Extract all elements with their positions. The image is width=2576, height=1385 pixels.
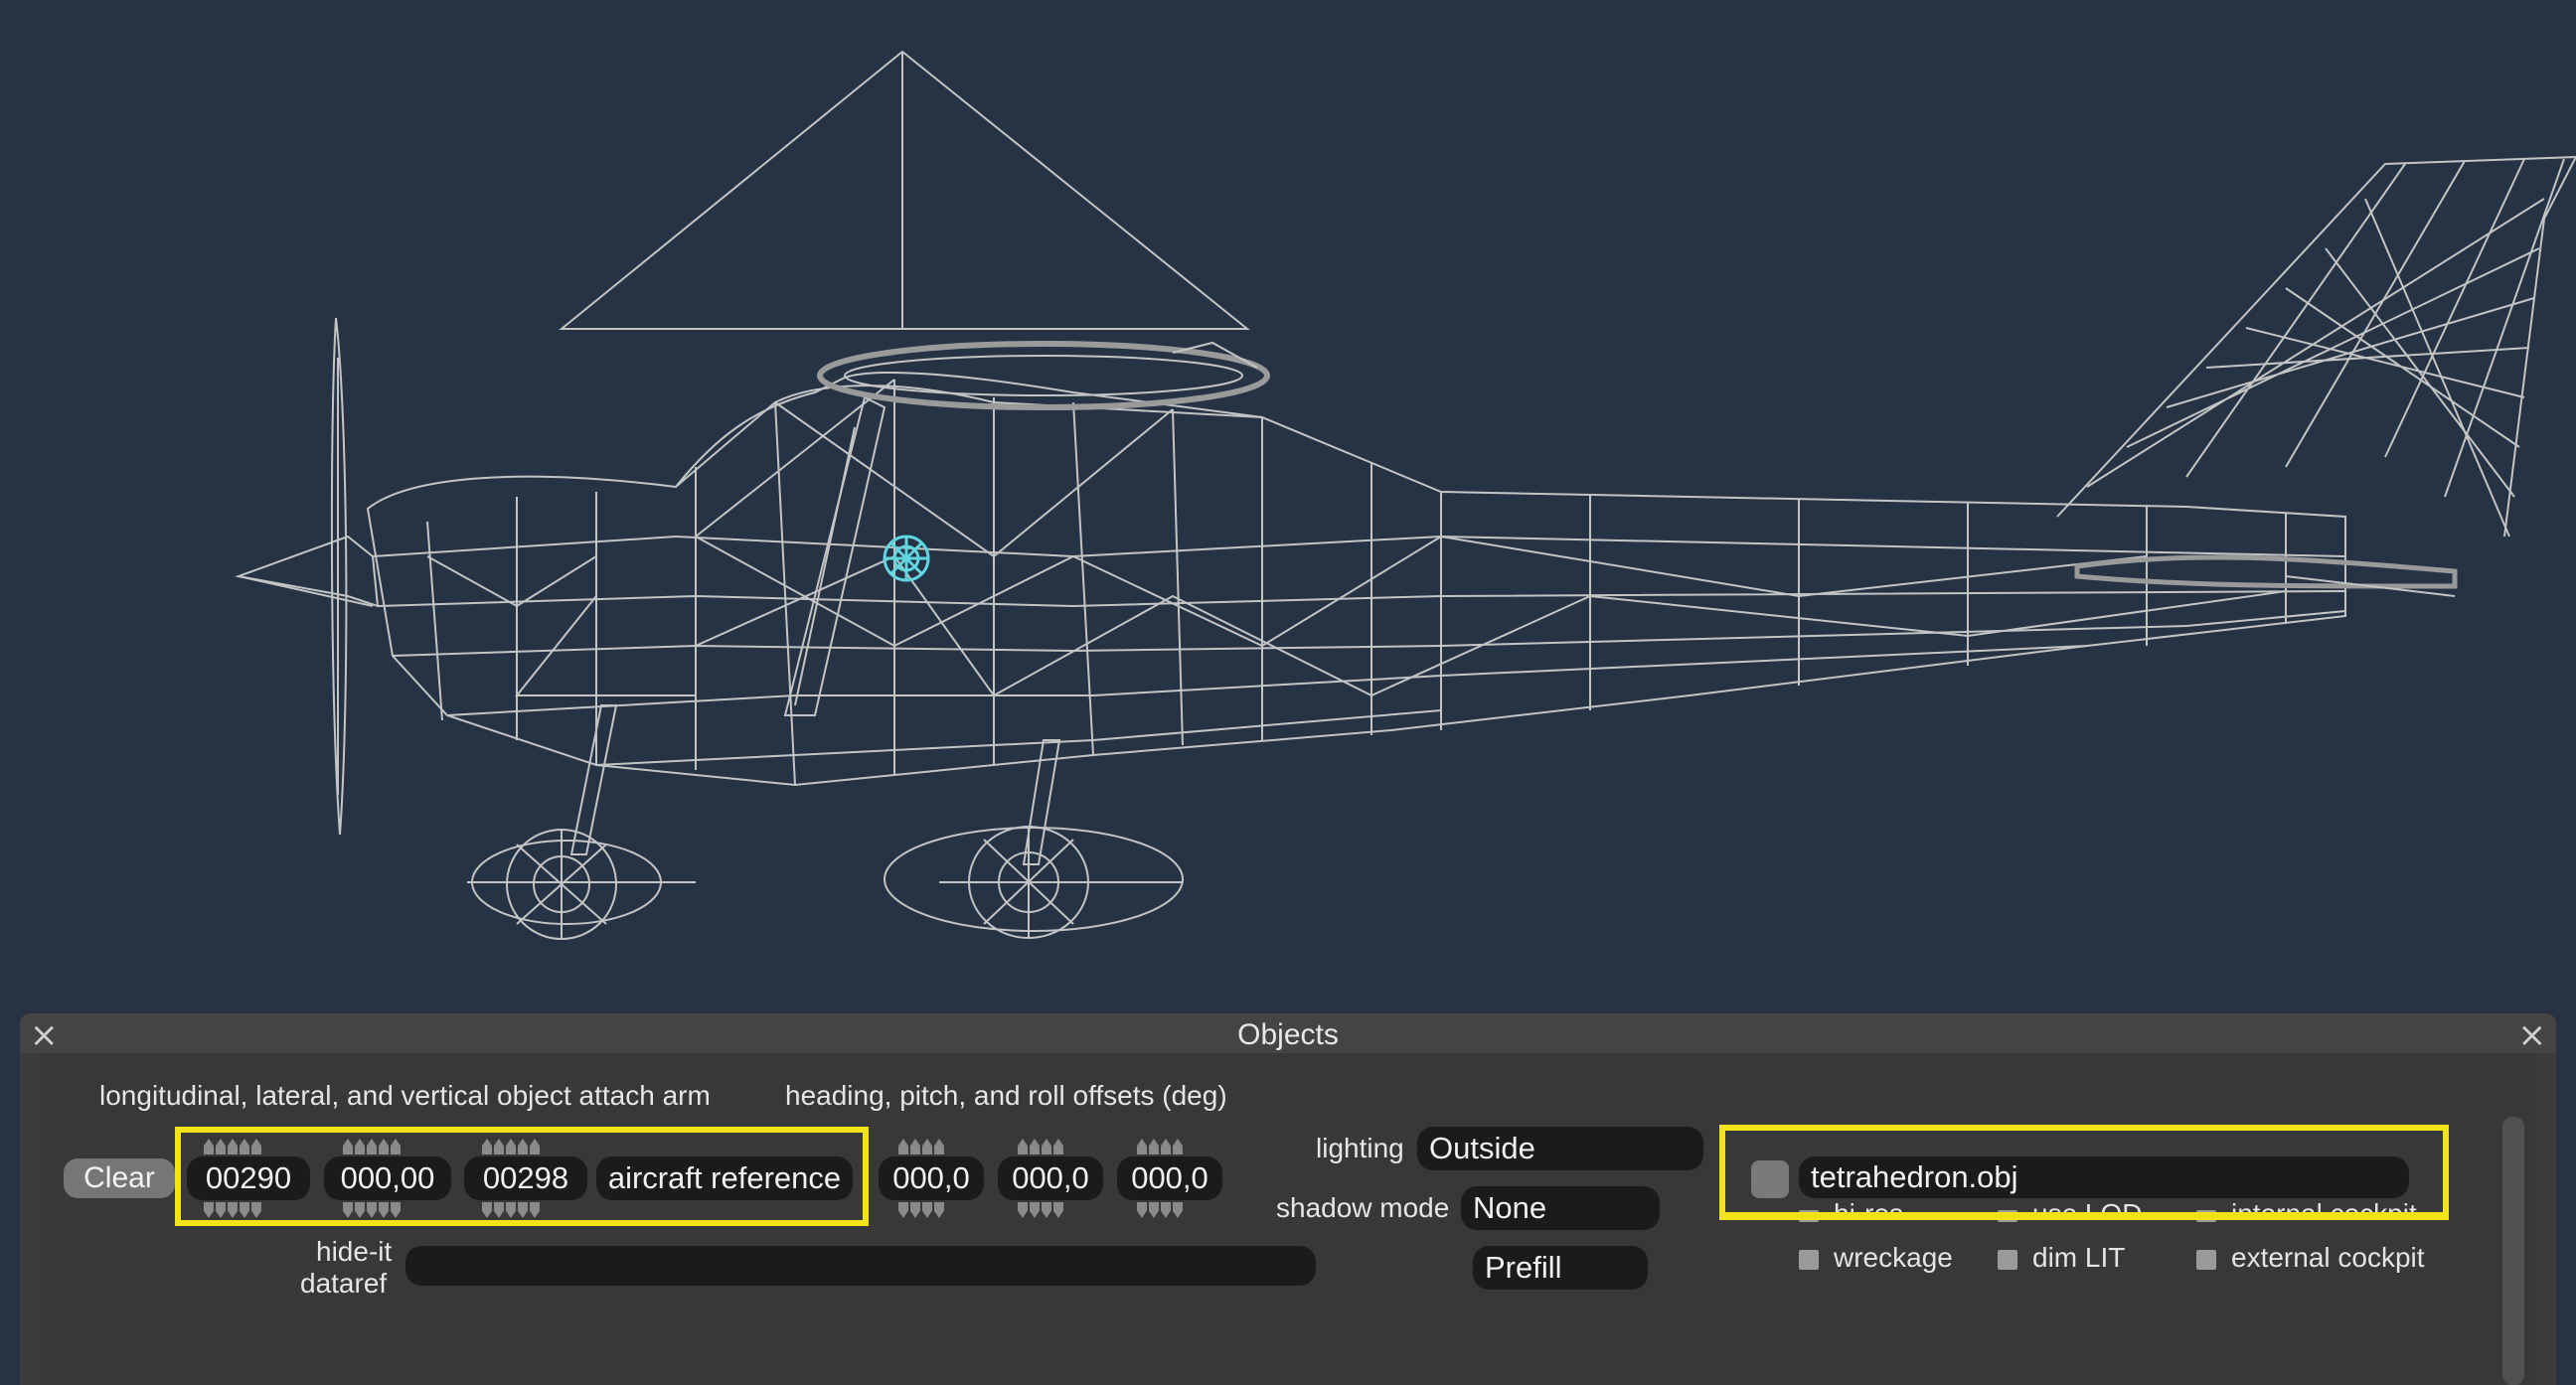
use-lod-label: use LOD [2032, 1198, 2143, 1218]
hide-it-label: hide-it [316, 1236, 393, 1267]
use-lod-checkbox[interactable] [1998, 1210, 2017, 1222]
panel-scrollbar[interactable] [2502, 1117, 2524, 1385]
external-cockpit-checkbox[interactable] [2196, 1250, 2216, 1270]
aircraft-wireframe [235, 50, 2576, 940]
vertical-spinner-down[interactable] [482, 1202, 540, 1220]
roll-spinner-down[interactable] [1137, 1202, 1183, 1220]
longitudinal-arm-field[interactable]: 00290 [187, 1156, 310, 1200]
hi-res-checkbox[interactable] [1799, 1210, 1819, 1222]
window-titlebar[interactable]: × Objects × [20, 1013, 2556, 1055]
roll-spinner-up[interactable] [1137, 1139, 1183, 1156]
object-file-field[interactable]: tetrahedron.obj [1799, 1156, 2409, 1198]
offsets-label: heading, pitch, and roll offsets (deg) [785, 1080, 1227, 1111]
object-color-swatch[interactable] [1751, 1160, 1789, 1198]
wreckage-label: wreckage [1834, 1242, 1953, 1273]
dataref-label: dataref [300, 1268, 388, 1299]
lighting-label: lighting [1316, 1133, 1404, 1163]
vertical-spinner-up[interactable] [482, 1139, 540, 1156]
heading-spinner-up[interactable] [898, 1139, 944, 1156]
clear-button[interactable]: Clear [64, 1158, 175, 1198]
reference-select[interactable]: aircraft reference [596, 1156, 853, 1200]
3d-viewport[interactable] [0, 0, 2576, 1003]
hi-res-label: hi-res [1834, 1198, 1904, 1218]
external-cockpit-label: external cockpit [2231, 1242, 2425, 1273]
roll-offset-field[interactable]: 000,0 [1117, 1156, 1222, 1200]
tetrahedron-object [559, 50, 1250, 330]
hide-it-dataref-input[interactable] [405, 1246, 1316, 1286]
lateral-spinner-up[interactable] [343, 1139, 401, 1156]
pitch-spinner-up[interactable] [1018, 1139, 1063, 1156]
prefill-button[interactable]: Prefill [1473, 1246, 1648, 1290]
dim-lit-label: dim LIT [2032, 1242, 2126, 1273]
pitch-offset-field[interactable]: 000,0 [998, 1156, 1103, 1200]
center-of-gravity-marker [883, 535, 930, 582]
window-title: Objects [1237, 1018, 1339, 1051]
wreckage-checkbox[interactable] [1799, 1250, 1819, 1270]
longitudinal-spinner-down[interactable] [204, 1202, 261, 1220]
longitudinal-spinner-up[interactable] [204, 1139, 261, 1156]
heading-spinner-down[interactable] [898, 1202, 944, 1220]
internal-cockpit-checkbox[interactable] [2196, 1210, 2216, 1222]
lighting-select[interactable]: Outside [1417, 1127, 1703, 1170]
pitch-spinner-down[interactable] [1018, 1202, 1063, 1220]
dim-lit-checkbox[interactable] [1998, 1250, 2017, 1270]
close-icon[interactable]: × [2518, 1015, 2547, 1055]
attach-arm-label: longitudinal, lateral, and vertical obje… [99, 1080, 711, 1111]
lateral-arm-field[interactable]: 000,00 [324, 1156, 451, 1200]
heading-offset-field[interactable]: 000,0 [879, 1156, 984, 1200]
vertical-arm-field[interactable]: 00298 [464, 1156, 587, 1200]
internal-cockpit-label: internal cockpit [2231, 1198, 2417, 1218]
shadow-mode-select[interactable]: None [1461, 1186, 1660, 1230]
shadow-mode-label: shadow mode [1276, 1192, 1450, 1223]
lateral-spinner-down[interactable] [343, 1202, 401, 1220]
